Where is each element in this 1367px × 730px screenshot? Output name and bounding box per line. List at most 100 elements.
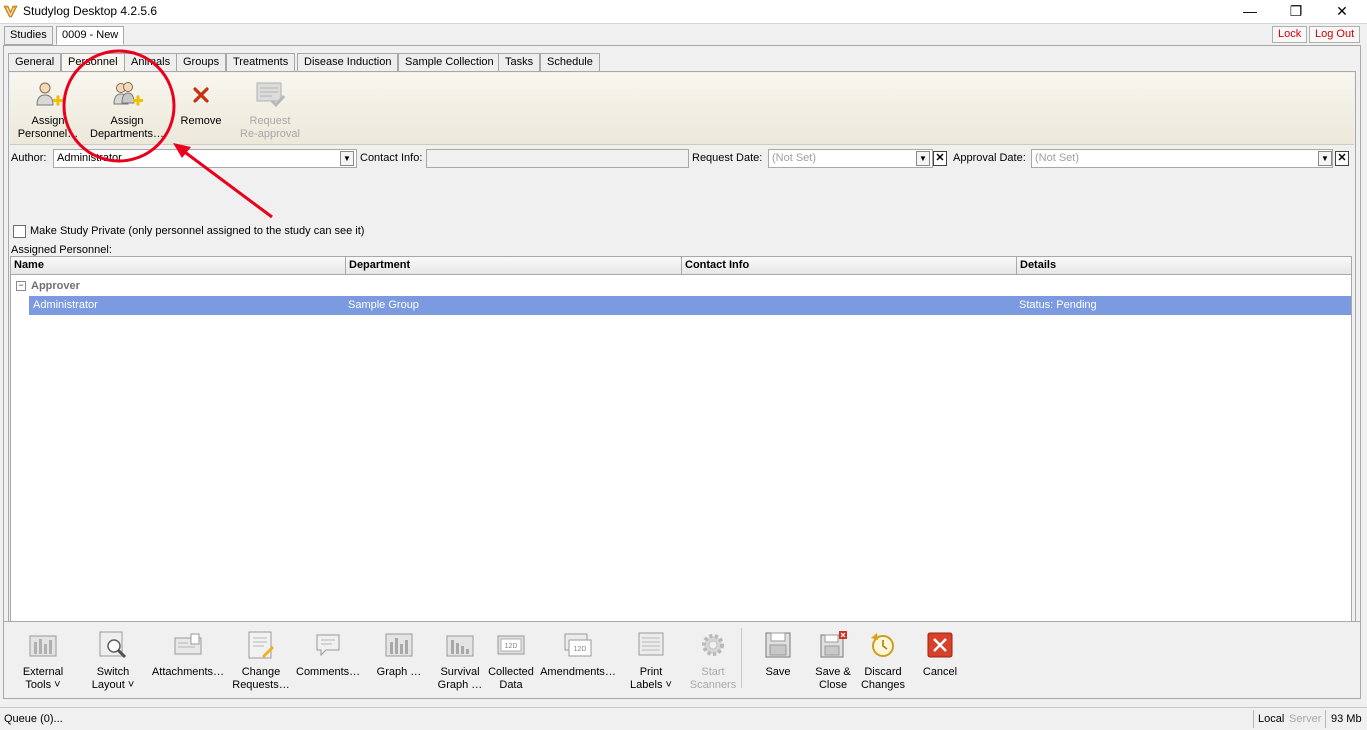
column-details[interactable]: Details: [1017, 257, 1351, 275]
comment-icon: [316, 634, 340, 657]
collected-data-button[interactable]: 12D Collected Data: [488, 630, 534, 692]
collected-data-icon: 12D: [497, 635, 525, 655]
bottom-toolbar: External Tools ˅ Switch Layout ˅ Attachm…: [3, 621, 1361, 699]
comments-label: Comments…: [296, 666, 361, 678]
survival-graph-button[interactable]: Survival Graph …: [434, 630, 486, 692]
external-tools-label-2: Tools ˅: [25, 679, 61, 691]
queue-status[interactable]: Queue (0)...: [4, 708, 63, 730]
tab-disease-induction[interactable]: Disease Induction: [297, 53, 399, 72]
approval-date-field[interactable]: (Not Set): [1031, 149, 1333, 168]
collapse-icon[interactable]: −: [16, 281, 26, 291]
change-requests-label-1: Change: [241, 666, 281, 678]
change-requests-button[interactable]: Change Requests…: [230, 630, 292, 692]
tab-general[interactable]: General: [8, 53, 62, 72]
chart-tools-icon: [29, 635, 57, 657]
tab-studies[interactable]: Studies: [4, 26, 53, 45]
amendments-button[interactable]: 12D Amendments…: [538, 630, 618, 679]
remove-x-icon: [193, 87, 209, 103]
switch-layout-label-2: Layout ˅: [91, 679, 135, 691]
author-select[interactable]: Administrator: [53, 149, 357, 168]
save-close-button[interactable]: Save & Close: [810, 630, 856, 692]
collected-data-label-2: Data: [499, 679, 523, 691]
contact-info-label: Contact Info:: [360, 152, 423, 164]
print-labels-label-1: Print: [639, 666, 663, 678]
cancel-button[interactable]: Cancel: [918, 630, 962, 679]
restore-button[interactable]: ❐: [1273, 0, 1319, 23]
graph-icon: [385, 633, 413, 657]
group-label: Approver: [31, 280, 80, 292]
start-scanners-label-1: Start: [701, 666, 725, 678]
assign-personnel-label-2: Personnel…: [17, 128, 79, 140]
graph-button[interactable]: Graph …: [372, 630, 426, 679]
request-date-clear-icon[interactable]: ✕: [933, 151, 947, 166]
attachments-button[interactable]: Attachments…: [150, 630, 226, 679]
cancel-icon: [927, 632, 953, 658]
tab-treatments[interactable]: Treatments: [226, 53, 296, 72]
attachments-label: Attachments…: [151, 666, 225, 678]
tab-groups[interactable]: Groups: [176, 53, 227, 72]
switch-layout-button[interactable]: Switch Layout ˅: [84, 630, 142, 692]
request-reapproval-label-2: Re-approval: [240, 128, 300, 140]
remove-button[interactable]: Remove: [173, 77, 229, 143]
svg-text:12D: 12D: [505, 643, 518, 650]
survival-graph-label-1: Survival: [440, 666, 480, 678]
cell-department: Sample Group: [348, 299, 419, 311]
amendments-icon: 12D: [564, 633, 592, 657]
table-row[interactable]: Administrator Sample Group Status: Pendi…: [29, 296, 1351, 315]
assign-departments-button[interactable]: Assign Departments…: [84, 77, 170, 143]
request-date-field[interactable]: (Not Set): [768, 149, 933, 168]
tab-schedule[interactable]: Schedule: [540, 53, 600, 72]
make-private-checkbox[interactable]: [13, 225, 26, 238]
survival-graph-label-2: Graph …: [437, 679, 483, 691]
external-tools-label-1: External: [22, 666, 64, 678]
discard-changes-button[interactable]: Discard Changes: [856, 630, 910, 692]
approval-date-clear-icon[interactable]: ✕: [1335, 151, 1349, 166]
logout-button[interactable]: Log Out: [1309, 26, 1361, 43]
amendments-label: Amendments…: [540, 666, 616, 678]
group-row-approver[interactable]: − Approver: [11, 277, 1351, 295]
discard-label-1: Discard: [864, 666, 902, 678]
grid-header: Name Department Contact Info Details: [11, 257, 1351, 275]
personnel-ribbon: Assign Personnel… Assign Departments… Re…: [10, 73, 1354, 145]
external-tools-button[interactable]: External Tools ˅: [14, 630, 72, 692]
save-close-label-1: Save &: [815, 666, 851, 678]
tab-tasks[interactable]: Tasks: [498, 53, 541, 72]
lock-button[interactable]: Lock: [1272, 26, 1308, 43]
minimize-button[interactable]: —: [1227, 0, 1273, 23]
app-frame: Studies 0009 - New Lock Log Out General …: [0, 23, 1367, 730]
studylog-logo-icon: [3, 5, 18, 18]
tab-animals[interactable]: Animals: [124, 53, 178, 72]
column-contact-info[interactable]: Contact Info: [682, 257, 1017, 275]
start-scanners-button[interactable]: Start Scanners: [688, 630, 738, 692]
author-dropdown-icon[interactable]: ▼: [340, 151, 354, 166]
author-label: Author:: [11, 152, 47, 164]
start-scanners-label-2: Scanners: [689, 679, 737, 691]
close-window-button[interactable]: ✕: [1319, 0, 1365, 23]
change-request-icon: [248, 631, 274, 659]
remove-label: Remove: [180, 115, 222, 127]
group-add-icon: [113, 82, 143, 106]
contact-info-field[interactable]: [426, 149, 689, 168]
assign-personnel-button[interactable]: Assign Personnel…: [12, 77, 84, 143]
print-labels-button[interactable]: Print Labels ˅: [628, 630, 674, 692]
column-department[interactable]: Department: [346, 257, 682, 275]
request-date-dropdown-icon[interactable]: ▼: [916, 151, 930, 166]
tab-study-0009[interactable]: 0009 - New: [56, 26, 125, 45]
discard-label-2: Changes: [860, 679, 906, 691]
request-reapproval-label-1: Request: [249, 115, 291, 127]
tab-sample-collection[interactable]: Sample Collection: [398, 53, 501, 72]
status-bar: Queue (0)... Local Server 93 Mb: [0, 707, 1367, 730]
magnifier-icon: [99, 631, 127, 659]
server-status: Server: [1289, 713, 1322, 725]
save-button[interactable]: Save: [756, 630, 800, 679]
comments-button[interactable]: Comments…: [296, 630, 360, 679]
memory-status: 93 Mb: [1331, 713, 1362, 725]
approval-date-label: Approval Date:: [953, 152, 1026, 164]
change-requests-label-2: Requests…: [232, 679, 290, 691]
request-reapproval-button[interactable]: Request Re-approval: [232, 77, 308, 143]
personnel-panel: Assign Personnel… Assign Departments… Re…: [8, 71, 1356, 633]
person-add-icon: [36, 82, 63, 106]
approval-date-dropdown-icon[interactable]: ▼: [1318, 151, 1332, 166]
column-name[interactable]: Name: [11, 257, 346, 275]
tab-personnel[interactable]: Personnel: [61, 53, 125, 72]
